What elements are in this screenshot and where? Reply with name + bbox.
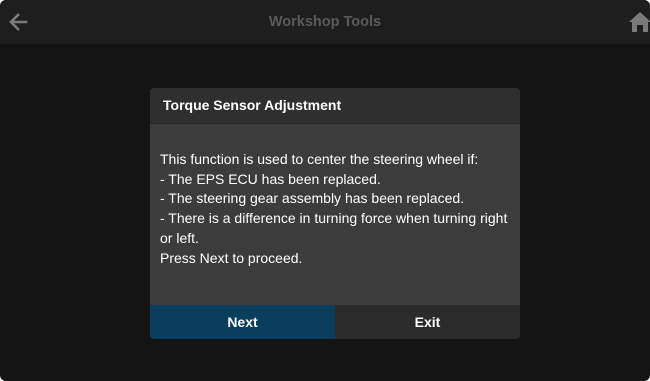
- next-button-label: Next: [227, 314, 258, 330]
- top-bar: Workshop Tools: [0, 0, 650, 44]
- torque-sensor-dialog: Torque Sensor Adjustment This function i…: [150, 88, 520, 339]
- body-line-ecu: - The EPS ECU has been replaced.: [160, 170, 381, 187]
- home-button[interactable]: [626, 8, 650, 36]
- dialog-title: Torque Sensor Adjustment: [163, 97, 342, 113]
- dialog-body: This function is used to center the stee…: [160, 150, 514, 304]
- exit-button[interactable]: Exit: [335, 305, 520, 339]
- dialog-header: Torque Sensor Adjustment: [150, 88, 520, 124]
- body-line-gear: - The steering gear assembly has been re…: [160, 190, 465, 207]
- app-screen: Workshop Tools Torque Sensor Adjustment …: [0, 0, 650, 381]
- exit-button-label: Exit: [414, 314, 441, 330]
- next-button[interactable]: Next: [150, 305, 335, 339]
- body-line-proceed: Press Next to proceed.: [160, 249, 303, 266]
- dialog-button-row: Next Exit: [150, 305, 520, 339]
- page-title: Workshop Tools: [268, 14, 382, 30]
- body-line-intro: This function is used to center the stee…: [160, 151, 479, 167]
- home-icon: [629, 12, 650, 32]
- body-line-turning-force: - There is a difference in turning force…: [160, 210, 508, 246]
